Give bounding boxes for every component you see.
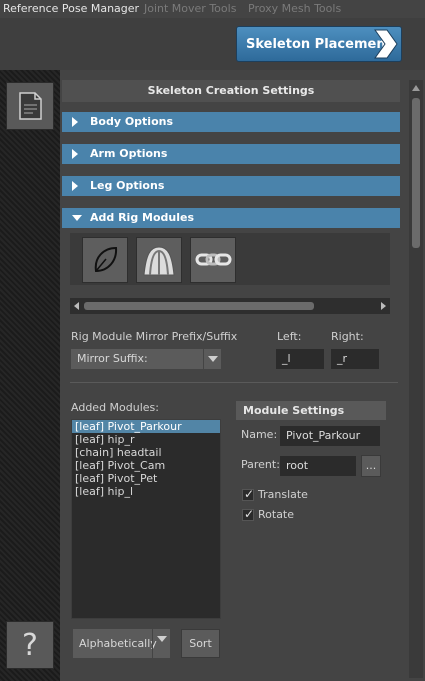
mirror-label: Rig Module Mirror Prefix/Suffix: [71, 330, 238, 343]
chain-icon: [195, 253, 232, 266]
frame-label: Leg Options: [90, 179, 165, 192]
arrow-right-icon: [374, 29, 398, 59]
frame-label: Add Rig Modules: [90, 211, 195, 224]
added-modules-label: Added Modules:: [71, 401, 159, 414]
help-icon: ?: [22, 627, 38, 663]
left-label: Left:: [277, 330, 302, 343]
mirror-mode-value: Mirror Suffix:: [77, 352, 148, 365]
chevron-down-icon: [152, 629, 170, 658]
expand-arrow-icon: [72, 181, 78, 191]
frame-label: Arm Options: [90, 147, 168, 160]
rotate-checkbox[interactable]: [242, 507, 254, 521]
frame-label: Body Options: [90, 115, 174, 128]
jiggle-module-button[interactable]: [136, 237, 182, 283]
translate-label: Translate: [258, 488, 308, 501]
parent-browse-button[interactable]: ...: [361, 455, 381, 477]
left-sidebar: ?: [0, 70, 60, 681]
module-settings-header: Module Settings: [236, 401, 386, 420]
chevron-down-icon: [203, 349, 221, 369]
list-item[interactable]: [leaf] hip_r: [72, 433, 220, 446]
document-icon: [19, 92, 42, 120]
tab-reference-pose-manager[interactable]: Reference Pose Manager: [3, 2, 139, 15]
modules-horizontal-scrollbar[interactable]: [70, 298, 390, 314]
parent-field[interactable]: root: [280, 456, 356, 476]
sort-mode-value: Alphabetically: [79, 637, 157, 650]
vertical-scrollbar[interactable]: [409, 80, 423, 678]
mirror-mode-dropdown[interactable]: Mirror Suffix:: [71, 349, 221, 369]
frame-add-rig-modules[interactable]: Add Rig Modules: [62, 208, 400, 228]
document-button[interactable]: [6, 82, 54, 130]
skeleton-placement-label: Skeleton Placement: [246, 36, 392, 52]
sort-mode-dropdown[interactable]: Alphabetically: [73, 629, 170, 658]
rotate-label: Rotate: [258, 508, 295, 521]
scroll-thumb[interactable]: [84, 302, 314, 310]
added-modules-list[interactable]: [leaf] Pivot_Parkour [leaf] hip_r [chain…: [71, 419, 221, 619]
expand-arrow-icon: [72, 117, 78, 127]
list-item[interactable]: [leaf] Pivot_Parkour: [72, 420, 220, 433]
sort-button[interactable]: Sort: [181, 629, 220, 658]
scroll-left-icon[interactable]: [74, 302, 79, 310]
help-button[interactable]: ?: [6, 621, 54, 669]
left-suffix-field[interactable]: _l: [276, 349, 324, 369]
frame-body-options[interactable]: Body Options: [62, 112, 400, 132]
tab-bar: Reference Pose Manager Joint Mover Tools…: [0, 0, 425, 18]
tab-joint-mover-tools[interactable]: Joint Mover Tools: [144, 2, 236, 15]
rig-modules-strip: [70, 233, 390, 285]
module-name-field[interactable]: Pivot_Parkour: [280, 426, 380, 446]
list-item[interactable]: [chain] headtail: [72, 446, 220, 459]
list-item[interactable]: [leaf] Pivot_Pet: [72, 472, 220, 485]
name-label: Name:: [241, 428, 278, 441]
jiggle-icon: [143, 246, 175, 276]
frame-arm-options[interactable]: Arm Options: [62, 144, 400, 164]
scroll-right-icon[interactable]: [381, 302, 386, 310]
parent-label: Parent:: [241, 458, 280, 471]
divider: [70, 382, 398, 383]
collapse-arrow-icon: [72, 215, 82, 221]
right-label: Right:: [331, 330, 364, 343]
list-item[interactable]: [leaf] Pivot_Cam: [72, 459, 220, 472]
tab-proxy-mesh-tools[interactable]: Proxy Mesh Tools: [248, 2, 341, 15]
scroll-thumb[interactable]: [412, 98, 420, 248]
skeleton-placement-button[interactable]: Skeleton Placement: [236, 26, 402, 62]
frame-leg-options[interactable]: Leg Options: [62, 176, 400, 196]
chain-module-button[interactable]: [190, 237, 236, 283]
list-item[interactable]: [leaf] hip_l: [72, 485, 220, 498]
scroll-up-icon[interactable]: [412, 85, 420, 91]
right-suffix-field[interactable]: _r: [331, 349, 379, 369]
section-title: Skeleton Creation Settings: [62, 80, 400, 102]
expand-arrow-icon: [72, 149, 78, 159]
leaf-icon: [94, 246, 118, 273]
leaf-module-button[interactable]: [82, 237, 128, 283]
translate-checkbox[interactable]: [242, 487, 254, 501]
